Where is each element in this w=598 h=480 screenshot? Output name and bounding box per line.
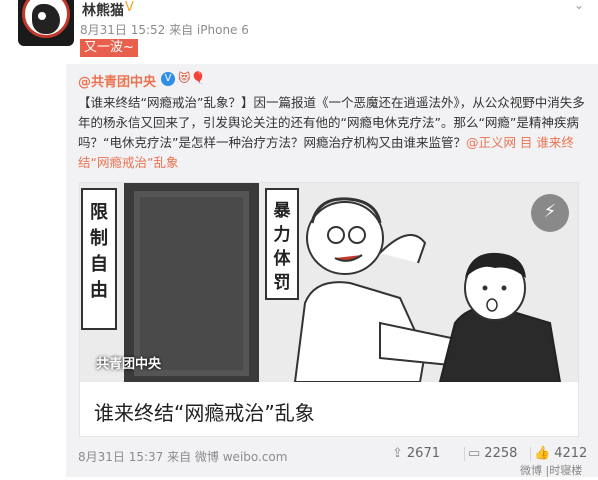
comment-icon: ▭ <box>468 446 481 461</box>
card-image[interactable]: 限 制 自 由 暴 力 体 罚 ⚡ 共青团中央 <box>80 183 578 382</box>
sign-right-char-2: 力 <box>274 224 291 245</box>
share-icon: ⇪ <box>392 446 403 461</box>
sign-right-char-4: 罚 <box>274 273 291 293</box>
divider <box>530 447 531 461</box>
repost-count-button[interactable]: ⇪ 2671 <box>392 446 440 461</box>
avatar-ink-figure <box>32 4 60 34</box>
verified-blue-icon: V <box>161 72 175 86</box>
post-timestamp[interactable]: 8月31日 15:52 来自 iPhone 6 <box>80 21 249 38</box>
divider <box>464 447 465 461</box>
image-caption: 共青团中央 <box>96 357 162 372</box>
poster-avatar[interactable] <box>18 0 74 46</box>
verified-icon: V <box>125 0 134 15</box>
post-text: 又一波~ <box>80 39 138 57</box>
watermark: 微博 |时寝楼 <box>520 464 583 477</box>
comment-count-button[interactable]: ▭ 2258 <box>468 446 517 461</box>
repost-text: 【谁来终结“网瘾戒治”乱象？】因一篇报道《一个恶魔还在逍遥法外》，从公众视野中消… <box>78 93 590 173</box>
sign-left-char-4: 由 <box>90 279 108 301</box>
avatar-highlight <box>38 12 46 20</box>
emoji-icons: 😻🎈 <box>178 71 206 85</box>
sign-right-char-1: 暴 <box>273 201 292 221</box>
lightning-icon: ⚡ <box>543 201 557 222</box>
repost-block: @共青团中央 V 😻🎈 【谁来终结“网瘾戒治”乱象？】因一篇报道《一个恶魔还在逍… <box>66 64 598 477</box>
like-count-button[interactable]: 👍 4212 <box>534 446 587 461</box>
repost-author[interactable]: @共青团中央 <box>78 71 156 90</box>
link-card[interactable]: 限 制 自 由 暴 力 体 罚 ⚡ 共青团中央 谁来终结“网瘾戒治”乱象 <box>79 182 579 437</box>
sign-left-char-1: 限 <box>90 202 109 223</box>
sign-left-char-3: 自 <box>90 253 108 275</box>
repost-timestamp[interactable]: 8月31日 15:37 来自 微博 weibo.com <box>78 448 287 465</box>
thumbs-up-icon: 👍 <box>534 446 551 461</box>
card-title[interactable]: 谁来终结“网瘾戒治”乱象 <box>94 397 315 426</box>
sign-right-char-3: 体 <box>274 248 292 269</box>
sign-left-char-2: 制 <box>90 228 108 249</box>
chevron-down-icon[interactable]: ⌄ <box>574 0 584 12</box>
lightning-play-button[interactable]: ⚡ <box>531 194 569 232</box>
poster-username[interactable]: 林熊猫 <box>82 0 124 20</box>
